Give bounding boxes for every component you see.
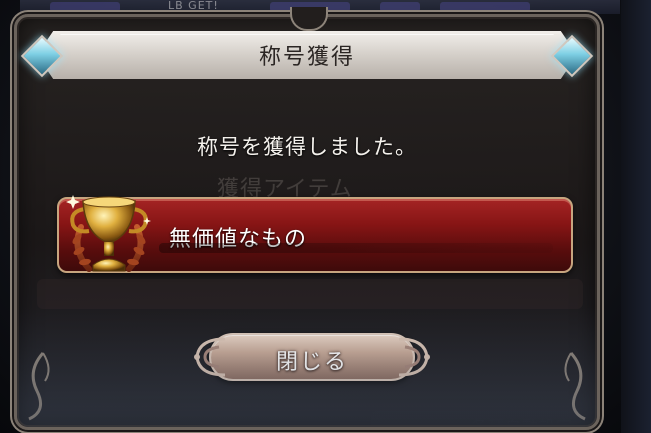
corner-flourish-icon bbox=[28, 352, 50, 421]
game-screen: LB GET! 各種自動設定 称号獲得 獲得アイテム 称号を獲得しました。 無価… bbox=[0, 0, 651, 433]
title-acquired-dialog: 称号獲得 獲得アイテム 称号を獲得しました。 無価値なもの 閉じる bbox=[14, 7, 600, 430]
background-top-label: LB GET! bbox=[168, 0, 219, 12]
dialog-title-banner: 称号獲得 bbox=[37, 31, 577, 79]
award-name: 無価値なもの bbox=[169, 227, 308, 252]
close-button[interactable]: 閉じる bbox=[187, 327, 437, 387]
background-pill bbox=[50, 2, 120, 12]
gold-trophy-icon bbox=[66, 195, 151, 272]
dialog-title: 称号獲得 bbox=[258, 45, 355, 70]
dialog-top-crest bbox=[290, 7, 328, 31]
dialog-message: 称号を獲得しました。 bbox=[197, 135, 417, 159]
background-pill bbox=[440, 2, 530, 12]
background-ghost-panel bbox=[37, 279, 583, 309]
background-pill bbox=[380, 2, 420, 12]
close-button-label: 閉じる bbox=[275, 350, 348, 375]
background-right-bar bbox=[621, 0, 651, 433]
corner-flourish-icon bbox=[564, 352, 586, 421]
